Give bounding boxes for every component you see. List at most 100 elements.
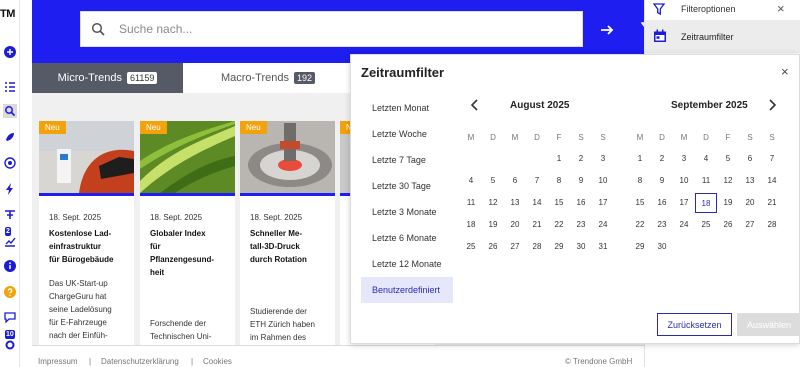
calendar-day[interactable]: 16 <box>570 193 592 213</box>
calendar-day[interactable]: 19 <box>482 215 504 235</box>
plus-icon[interactable] <box>3 45 17 59</box>
gear-icon[interactable] <box>3 338 17 352</box>
calendar-day[interactable]: 8 <box>629 171 651 191</box>
reset-button[interactable]: Zurücksetzen <box>657 313 732 336</box>
preset-letzte-12-monate[interactable]: Letzte 12 Monate <box>361 251 453 277</box>
target-icon[interactable] <box>3 156 17 170</box>
calendar-day[interactable]: 22 <box>548 215 570 235</box>
calendar-day[interactable]: 15 <box>548 193 570 213</box>
calendar-day[interactable]: 19 <box>717 193 739 213</box>
info-icon[interactable] <box>3 259 17 273</box>
privacy-link[interactable]: Datenschutzerklärung <box>101 357 179 366</box>
chevron-left-icon[interactable] <box>470 99 480 111</box>
calendar-day[interactable]: 27 <box>739 215 761 235</box>
calendar-day[interactable]: 20 <box>739 193 761 213</box>
chart-icon[interactable] <box>3 234 17 248</box>
calendar-day[interactable]: 4 <box>460 171 482 191</box>
arrow-right-icon[interactable] <box>599 22 615 38</box>
calendar-day[interactable]: 23 <box>651 215 673 235</box>
trend-card[interactable]: Neu 18. Sept. 2025 Schneller Me- tall-3D… <box>240 121 335 345</box>
calendar-day[interactable]: 28 <box>761 215 783 235</box>
calendar-day[interactable]: 24 <box>673 215 695 235</box>
preset-letzte-3-monate[interactable]: Letzte 3 Monate <box>361 199 453 225</box>
preset-letzte-30-tage[interactable]: Letzte 30 Tage <box>361 173 453 199</box>
bolt-icon[interactable] <box>3 182 17 196</box>
calendar-day[interactable]: 6 <box>504 171 526 191</box>
tab-micro-trends[interactable]: Micro-Trends 61159 <box>32 63 183 93</box>
cookies-link[interactable]: Cookies <box>203 357 232 366</box>
calendar-day[interactable]: 13 <box>739 171 761 191</box>
calendar-day[interactable]: 15 <box>629 193 651 213</box>
calendar-day[interactable]: 3 <box>592 149 614 169</box>
calendar-day[interactable]: 5 <box>717 149 739 169</box>
calendar-day[interactable]: 13 <box>504 193 526 213</box>
calendar-day[interactable]: 9 <box>570 171 592 191</box>
close-icon[interactable]: × <box>777 2 785 15</box>
preset-letzte-woche[interactable]: Letzte Woche <box>361 121 453 147</box>
close-icon[interactable]: × <box>781 65 789 78</box>
calendar-day[interactable]: 12 <box>482 193 504 213</box>
trend-card[interactable]: Neu 18. Sept. 2025 Kostenlose Lad- einfr… <box>39 121 134 345</box>
calendar-day[interactable]: 21 <box>761 193 783 213</box>
help-icon[interactable] <box>3 285 17 299</box>
calendar-day[interactable]: 31 <box>592 237 614 257</box>
calendar-day[interactable]: 11 <box>695 171 717 191</box>
calendar-day[interactable]: 26 <box>717 215 739 235</box>
brand-logo[interactable]: TM <box>0 8 15 20</box>
calendar-day[interactable]: 11 <box>460 193 482 213</box>
tag-icon[interactable] <box>3 207 17 221</box>
calendar-day[interactable]: 4 <box>695 149 717 169</box>
preset-benutzerdefiniert[interactable]: Benutzerdefiniert <box>361 277 453 303</box>
calendar-day[interactable]: 8 <box>548 171 570 191</box>
calendar-day[interactable]: 6 <box>739 149 761 169</box>
preset-letzte-7-tage[interactable]: Letzte 7 Tage <box>361 147 453 173</box>
preset-letzten-monat[interactable]: Letzten Monat <box>361 95 453 121</box>
calendar-day[interactable]: 7 <box>761 149 783 169</box>
calendar-day[interactable]: 14 <box>526 193 548 213</box>
calendar-day[interactable]: 12 <box>717 171 739 191</box>
impressum-link[interactable]: Impressum <box>38 357 78 366</box>
calendar-day[interactable]: 17 <box>592 193 614 213</box>
weekday-label: S <box>769 133 775 142</box>
calendar-day[interactable]: 2 <box>651 149 673 169</box>
calendar-day[interactable]: 25 <box>460 237 482 257</box>
calendar-day[interactable]: 29 <box>548 237 570 257</box>
chat-icon[interactable] <box>3 310 17 324</box>
chevron-right-icon[interactable] <box>767 99 777 111</box>
calendar-day[interactable]: 17 <box>673 193 695 213</box>
calendar-day[interactable]: 25 <box>695 215 717 235</box>
search-icon[interactable] <box>3 104 17 118</box>
calendar-day[interactable]: 29 <box>629 237 651 257</box>
calendar-day[interactable]: 30 <box>651 237 673 257</box>
tab-macro-trends[interactable]: Macro-Trends 192 <box>183 63 353 93</box>
calendar-day[interactable]: 1 <box>548 149 570 169</box>
preset-letzte-6-monate[interactable]: Letzte 6 Monate <box>361 225 453 251</box>
calendar-day[interactable]: 3 <box>673 149 695 169</box>
calendar-day[interactable]: 14 <box>761 171 783 191</box>
calendar-day[interactable]: 10 <box>673 171 695 191</box>
calendar-day[interactable]: 30 <box>570 237 592 257</box>
apply-button[interactable]: Auswählen <box>737 313 800 336</box>
calendar-day[interactable]: 5 <box>482 171 504 191</box>
calendar-day[interactable]: 18 <box>695 193 717 213</box>
list-icon[interactable] <box>3 80 17 94</box>
rocket-icon[interactable] <box>3 130 17 144</box>
calendar-day[interactable]: 2 <box>570 149 592 169</box>
calendar-day[interactable]: 1 <box>629 149 651 169</box>
calendar-day[interactable]: 20 <box>504 215 526 235</box>
calendar-day[interactable]: 18 <box>460 215 482 235</box>
calendar-day[interactable]: 16 <box>651 193 673 213</box>
calendar-day[interactable]: 21 <box>526 215 548 235</box>
filter-item-zeitraumfilter[interactable]: Zeitraumfilter <box>645 20 800 53</box>
calendar-day[interactable]: 27 <box>504 237 526 257</box>
search-input[interactable] <box>119 12 569 46</box>
trend-card[interactable]: Neu 18. Sept. 2025 Globaler Index für Pf… <box>140 121 235 345</box>
calendar-day[interactable]: 10 <box>592 171 614 191</box>
calendar-day[interactable]: 26 <box>482 237 504 257</box>
calendar-day[interactable]: 22 <box>629 215 651 235</box>
calendar-day[interactable]: 24 <box>592 215 614 235</box>
calendar-day[interactable]: 23 <box>570 215 592 235</box>
calendar-day[interactable]: 9 <box>651 171 673 191</box>
calendar-day[interactable]: 7 <box>526 171 548 191</box>
calendar-day[interactable]: 28 <box>526 237 548 257</box>
